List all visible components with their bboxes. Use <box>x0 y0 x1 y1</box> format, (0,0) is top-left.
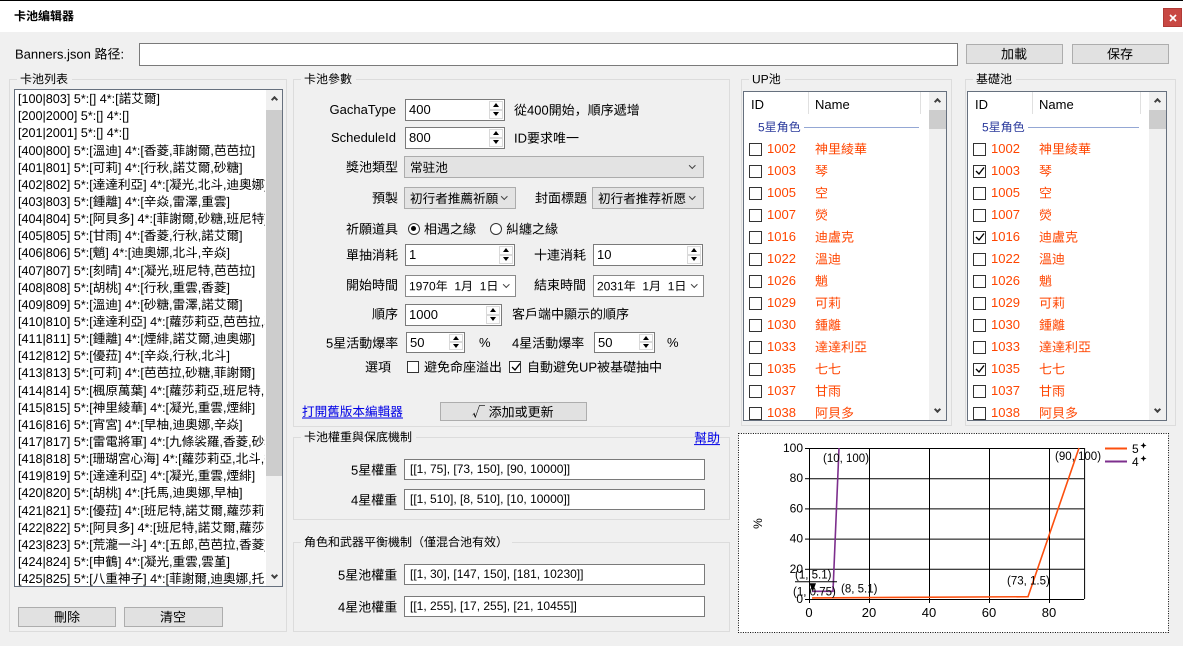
svg-text:%: % <box>751 518 765 529</box>
svg-text:80: 80 <box>1042 605 1056 620</box>
svg-text:5: 5 <box>1132 442 1139 456</box>
svg-text:(1, 0.75): (1, 0.75) <box>793 586 836 598</box>
svg-text:(73, 1.5): (73, 1.5) <box>1007 576 1050 588</box>
svg-text:60: 60 <box>982 605 996 620</box>
svg-text:100: 100 <box>783 441 803 455</box>
svg-text:(10, 100): (10, 100) <box>823 453 869 465</box>
svg-text:40: 40 <box>790 532 804 546</box>
svg-text:(1, 5.1): (1, 5.1) <box>795 569 832 581</box>
svg-text:(8, 5.1): (8, 5.1) <box>841 583 878 595</box>
svg-text:80: 80 <box>790 471 804 485</box>
svg-text:0: 0 <box>805 605 812 620</box>
svg-text:(90, 100): (90, 100) <box>1055 451 1101 463</box>
svg-text:40: 40 <box>922 605 936 620</box>
svg-text:20: 20 <box>862 605 876 620</box>
svg-text:4: 4 <box>1132 455 1139 469</box>
svg-text:60: 60 <box>790 501 804 515</box>
